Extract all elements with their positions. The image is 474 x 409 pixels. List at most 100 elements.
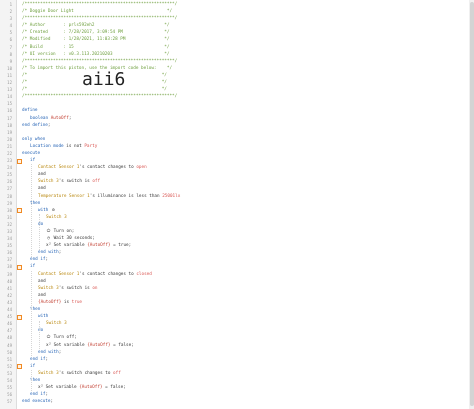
code-text: /***************************************… [22,58,177,65]
line-number: 1 [9,2,12,7]
code-line: 19 [0,129,468,136]
scrollbar-thumb[interactable] [469,2,474,406]
code-token: ; [45,356,49,362]
variable-name[interactable]: {AutoOff} [87,343,110,348]
code-line: 45 with [0,313,468,320]
line-number: 39 [7,271,12,277]
fold-toggle-icon[interactable] [16,157,22,164]
code-token: Set variable [43,385,80,391]
code-text: end execute; [22,398,53,405]
code-token: and [38,292,46,298]
keyword: execute [22,150,41,156]
comment-text: /* Doggie Door Light */ [22,9,173,15]
variable-name[interactable]: {AutoOff} [79,385,102,390]
code-token: ; [68,115,72,121]
device-name[interactable]: Temperature Sensor 1 [38,194,90,199]
code-line: 17 boolean AutoOff; [0,115,468,122]
device-name[interactable]: Switch 3 [38,371,59,376]
code-line: 47 do [0,327,468,334]
fold-toggle-icon[interactable] [16,207,22,214]
code-text: and [38,292,46,299]
code-text: ◷ Wait 30 seconds; [46,235,95,242]
variable-name[interactable]: {AutoOff} [87,243,110,248]
code-text: Switch 3 [46,214,67,221]
code-token: and [38,186,46,192]
keyword: end define [22,122,48,128]
variable-name[interactable]: AutoOff [51,116,69,121]
device-name[interactable]: Contact Sensor 1 [38,272,79,277]
line-number: 24 [7,165,12,171]
code-token: 's contact changes to [79,271,137,277]
code-text: /***************************************… [22,1,177,8]
fold-toggle-icon[interactable] [16,363,22,370]
code-line: 16 define [0,107,468,114]
line-number: 11 [7,72,12,78]
line-number: 21 [7,143,12,149]
code-token: 's switch is [58,285,93,291]
code-line: 24 Contact Sensor 1's contact changes to … [0,164,468,171]
line-number: 45 [7,314,12,320]
code-text: if [30,363,35,370]
line-number: 31 [7,214,12,220]
line-number: 16 [7,108,12,114]
code-line: 26 Switch 3's switch is off [0,178,468,185]
code-line: 49 x² Set variable {AutoOff} = false; [0,342,468,349]
indent-guide [31,164,32,257]
device-name[interactable]: Contact Sensor 1 [38,165,79,170]
code-line: 52 if [0,363,468,370]
keyword: only when [22,136,46,142]
comment-text: /***************************************… [22,94,178,100]
code-line: 31 Switch 3 [0,214,468,221]
fold-toggle-icon[interactable] [16,313,22,320]
variable-name[interactable]: {AutoOff} [38,300,61,305]
line-number: 47 [7,328,12,334]
code-line: 53 Switch 3's switch changes to off [0,370,468,377]
line-number: 18 [7,122,12,128]
code-line: 32 do [0,221,468,228]
code-text: and [38,278,46,285]
device-name[interactable]: Switch 3 [46,215,67,220]
line-number: 50 [7,349,12,355]
code-text: only when [22,136,45,143]
line-number: 30 [7,207,12,213]
code-text: if [30,157,35,164]
code-line: 14 /*************************************… [0,93,468,100]
code-token: ; [45,392,49,398]
code-text: Temperature Sensor 1's illuminance is le… [38,193,180,200]
code-line: 33 ⏻ Turn on; [0,228,468,235]
code-token: Wait 30 seconds; [51,236,95,242]
code-line: 34 ◷ Wait 30 seconds; [0,235,468,242]
code-token: = false; [102,385,126,391]
code-text: execute [22,150,40,157]
line-number: 48 [7,335,12,341]
code-token: = true; [110,243,132,249]
code-token: ; [45,257,49,263]
code-text: and [38,171,46,178]
code-text: /* Doggie Door Light */ [22,8,172,15]
code-text: Switch 3's switch is on [38,285,98,292]
line-number: 20 [7,136,12,142]
code-line: 7 /* Build : 15 */ [0,44,468,51]
value-literal: off [92,179,101,185]
code-token: is not [63,143,85,149]
code-text: x² Set variable {AutoOff} = false; [38,384,126,391]
code-line: 10/* To import this piston, use the impo… [0,65,468,72]
line-number: 32 [7,221,12,227]
code-line: 9 /**************************************… [0,58,468,65]
line-number: 25 [7,172,12,178]
fold-toggle-icon[interactable] [16,263,22,271]
comment-text: /* UI version : v0.3.113.20210203 */ [22,51,170,57]
device-name[interactable]: Switch 3 [38,179,59,184]
line-number: 26 [7,179,12,185]
import-code: aii6 [82,69,126,90]
line-number: 37 [7,257,12,263]
vertical-scrollbar[interactable] [469,0,474,409]
device-name[interactable]: Switch 3 [46,321,67,326]
code-text: /* Build : 15 */ [22,44,169,51]
device-name[interactable]: Switch 3 [38,286,59,291]
code-line: 48 ⏻ Turn off; [0,334,468,341]
code-text: x² Set variable {AutoOff} = false; [46,342,134,349]
code-text: /* Author : prls592eh2 */ [22,22,169,29]
code-line: 57 end execute; [0,398,468,405]
indent-guide [31,370,32,392]
